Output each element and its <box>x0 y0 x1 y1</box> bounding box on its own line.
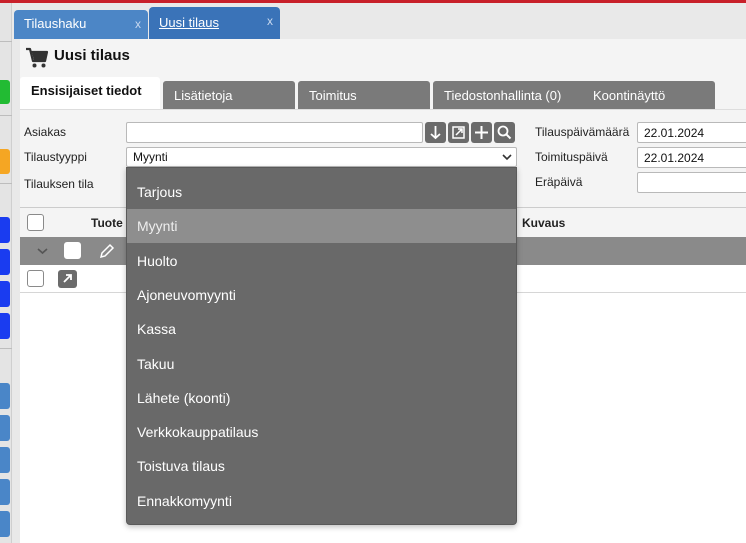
page-title: Uusi tilaus <box>54 47 130 64</box>
chevron-down-icon[interactable] <box>37 246 48 256</box>
form-tab-bar: Ensisijaiset tiedot Lisätietoja Toimitus… <box>20 77 746 109</box>
option-tarjous[interactable]: Tarjous <box>127 175 516 209</box>
strip-divider <box>0 348 12 349</box>
order-state-label: Tilauksen tila <box>24 177 94 191</box>
cart-icon <box>26 47 49 68</box>
group-checkbox[interactable] <box>64 242 81 259</box>
option-verkkokauppatilaus[interactable]: Verkkokauppatilaus <box>127 415 516 449</box>
search-icon[interactable] <box>494 122 515 143</box>
tab-lisatietoja[interactable]: Lisätietoja <box>163 81 295 109</box>
strip-divider <box>0 115 12 116</box>
window-tab-label: Tilaushaku <box>24 16 87 31</box>
due-date-input[interactable] <box>637 172 746 193</box>
option-myynti[interactable]: Myynti <box>127 209 516 243</box>
customer-input[interactable] <box>126 122 423 143</box>
order-type-dropdown: Tarjous Myynti Huolto Ajoneuvomyynti Kas… <box>126 167 517 525</box>
pencil-icon[interactable] <box>98 242 116 260</box>
window-tab-bar: Tilaushaku x Uusi tilaus x <box>12 3 746 39</box>
page-header: Uusi tilaus <box>20 39 746 79</box>
plus-icon[interactable] <box>471 122 492 143</box>
order-type-value: Myynti <box>133 150 168 164</box>
delivery-date-input[interactable]: 22.01.2024 <box>637 147 746 168</box>
arrow-down-icon[interactable] <box>425 122 446 143</box>
option-toistuva-tilaus[interactable]: Toistuva tilaus <box>127 449 516 483</box>
order-type-label: Tilaustyyppi <box>24 150 87 164</box>
close-tab-icon[interactable]: x <box>267 14 273 28</box>
window-tab-label: Uusi tilaus <box>159 15 219 30</box>
due-date-label: Eräpäivä <box>535 175 583 189</box>
chevron-down-icon <box>502 154 512 161</box>
option-ennakkomyynti[interactable]: Ennakkomyynti <box>127 484 516 518</box>
tab-ensisijaiset-tiedot[interactable]: Ensisijaiset tiedot <box>20 77 160 109</box>
side-blue-button-4[interactable] <box>0 313 10 339</box>
order-date-label: Tilauspäivämäärä <box>535 125 630 139</box>
strip-divider <box>0 41 12 42</box>
tab-tiedostonhallinta[interactable]: Tiedostonhallinta (0) <box>433 81 599 109</box>
side-steel-button-3[interactable] <box>0 447 10 473</box>
delivery-date-label: Toimituspäivä <box>535 150 608 164</box>
option-huolto[interactable]: Huolto <box>127 244 516 278</box>
side-orange-button[interactable] <box>0 149 10 174</box>
tab-toimitus[interactable]: Toimitus <box>298 81 430 109</box>
window-tab-tilaushaku[interactable]: Tilaushaku x <box>14 10 148 39</box>
column-kuvaus[interactable]: Kuvaus <box>522 216 565 230</box>
option-takuu[interactable]: Takuu <box>127 347 516 381</box>
open-external-icon[interactable] <box>448 122 469 143</box>
option-ajoneuvomyynti[interactable]: Ajoneuvomyynti <box>127 278 516 312</box>
side-blue-button-3[interactable] <box>0 281 10 307</box>
side-steel-button-1[interactable] <box>0 383 10 409</box>
side-blue-button-1[interactable] <box>0 217 10 243</box>
left-side-strip <box>0 3 12 543</box>
option-kassa[interactable]: Kassa <box>127 312 516 346</box>
column-tuote[interactable]: Tuote <box>91 216 123 230</box>
side-steel-button-2[interactable] <box>0 415 10 441</box>
order-date-input[interactable]: 22.01.2024 <box>637 122 746 143</box>
tab-koontinaytto[interactable]: Koontinäyttö <box>582 81 715 109</box>
side-green-button[interactable] <box>0 80 10 104</box>
order-type-select[interactable]: Myynti <box>126 147 517 167</box>
row-checkbox[interactable] <box>27 270 44 287</box>
option-lahete-koonti[interactable]: Lähete (koonti) <box>127 381 516 415</box>
close-tab-icon[interactable]: x <box>135 17 141 31</box>
side-steel-button-5[interactable] <box>0 511 10 537</box>
strip-divider <box>0 183 12 184</box>
open-row-icon[interactable] <box>58 270 77 288</box>
select-all-checkbox[interactable] <box>27 214 44 231</box>
window-tab-uusi-tilaus[interactable]: Uusi tilaus x <box>149 7 280 39</box>
side-blue-button-2[interactable] <box>0 249 10 275</box>
customer-label: Asiakas <box>24 125 67 139</box>
side-steel-button-4[interactable] <box>0 479 10 505</box>
